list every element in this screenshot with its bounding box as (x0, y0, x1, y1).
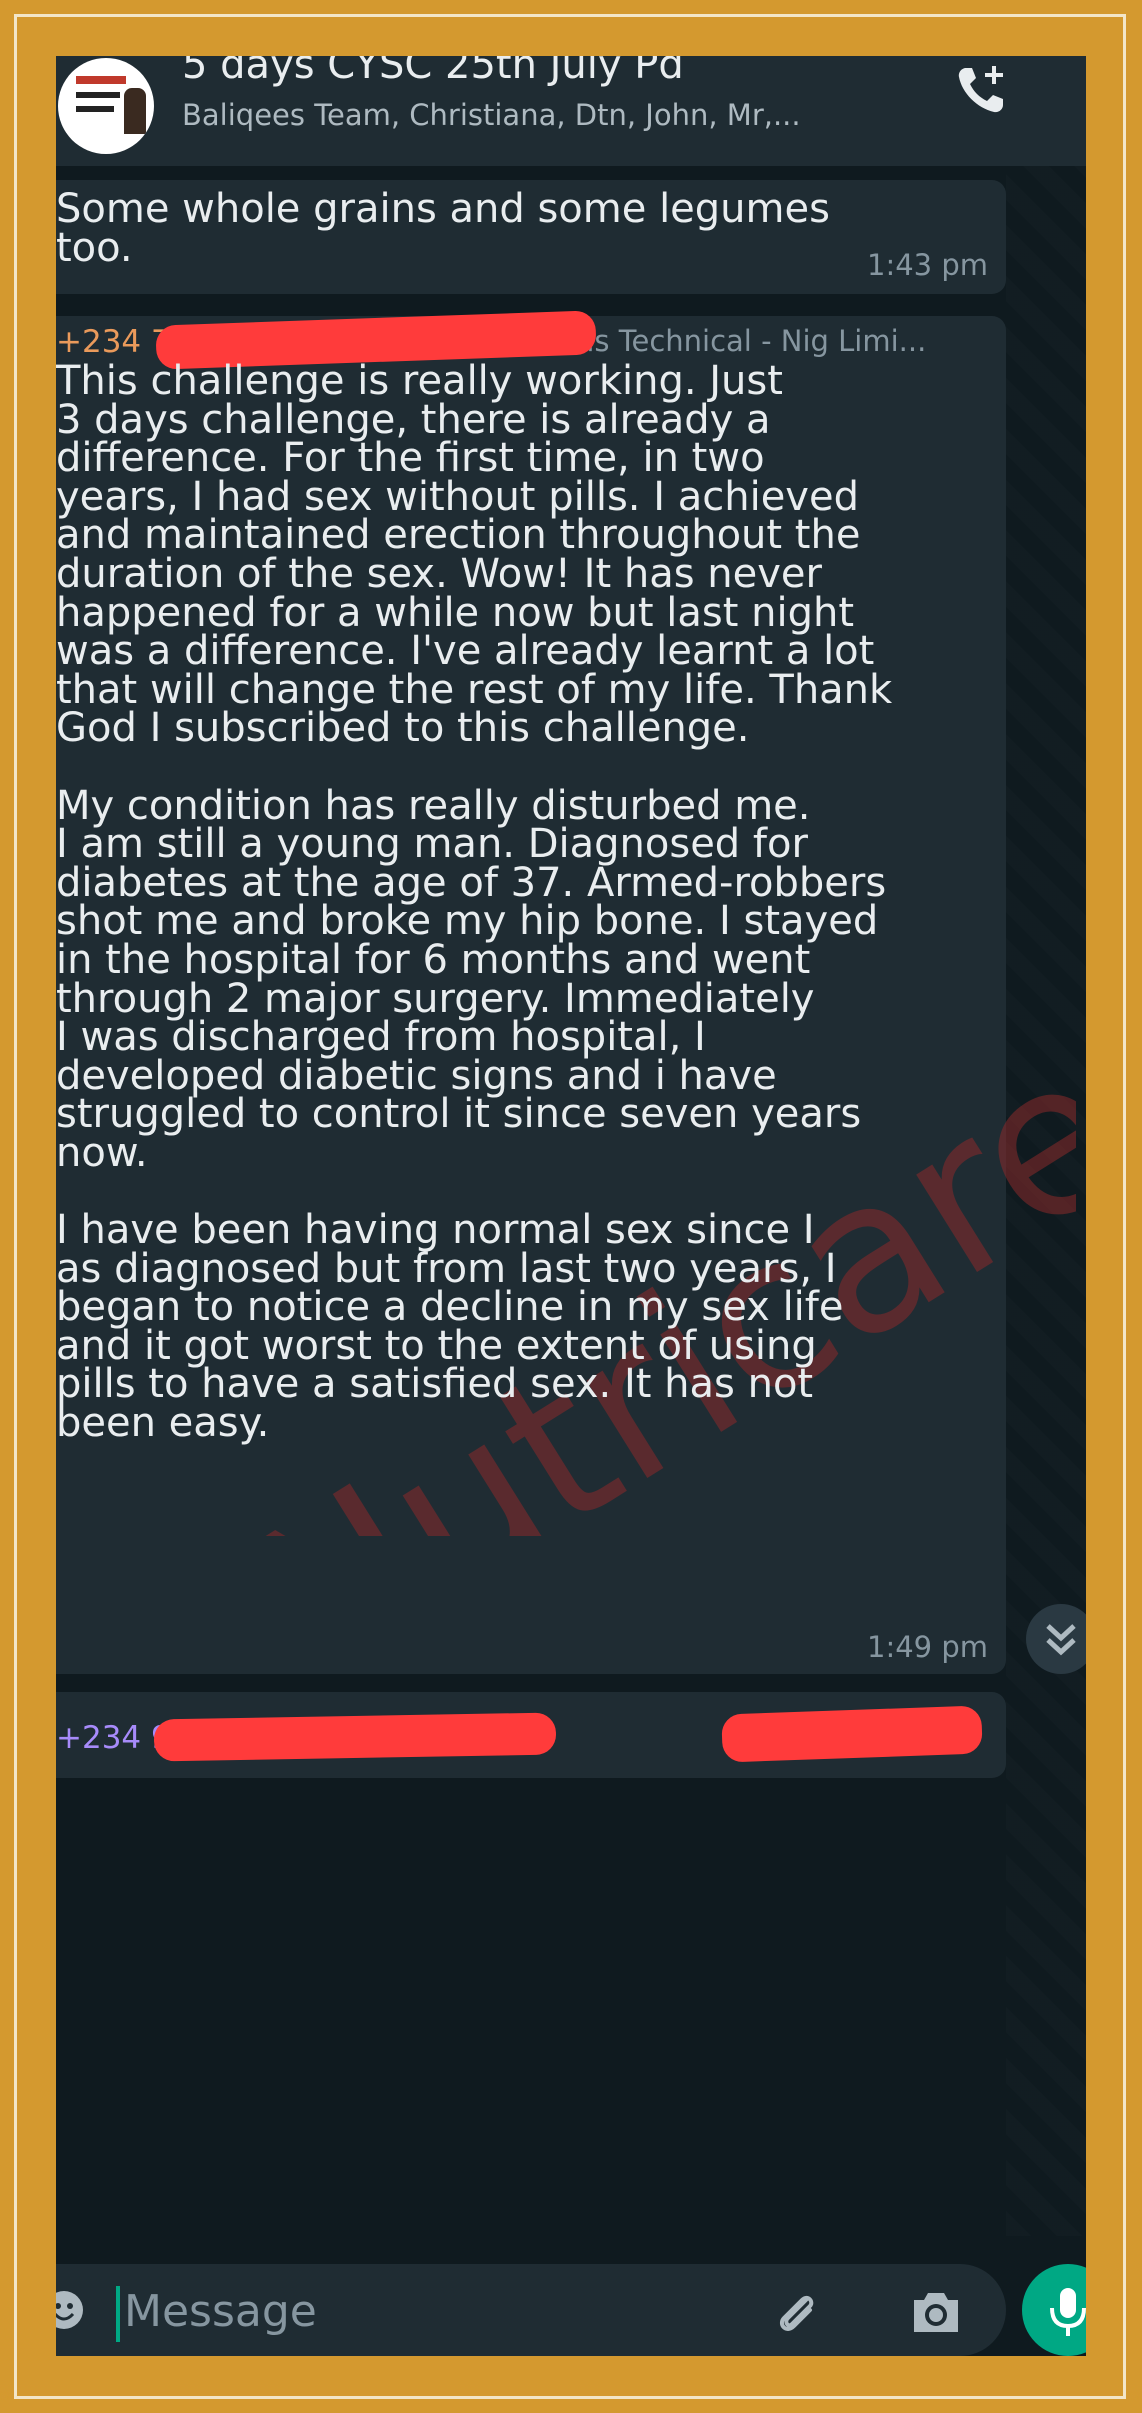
attach-icon[interactable] (772, 2286, 824, 2338)
scroll-down-button[interactable] (1026, 1604, 1086, 1674)
message-bubble[interactable]: +234 9 (56, 1692, 1006, 1778)
chat-screen: 5 days CYSC 25th July Pd Baliqees Team, … (56, 56, 1086, 2356)
emoji-icon[interactable] (56, 2288, 86, 2332)
message-time: 1:49 pm (867, 1630, 988, 1664)
message-composer (56, 2264, 1006, 2356)
message-text: Some whole grains and some legumes too. (56, 186, 830, 271)
chat-header[interactable]: 5 days CYSC 25th July Pd Baliqees Team, … (56, 56, 1086, 166)
message-bubble[interactable]: Some whole grains and some legumes too. … (56, 180, 1006, 294)
scroll-down-icon (1046, 1624, 1076, 1656)
mic-icon (1050, 2288, 1086, 2336)
message-bubble[interactable]: +234 7 us Technical - Nig Limi... Nutric… (56, 310, 1076, 1674)
message-text: This challenge is really working. Just 3… (56, 358, 893, 1447)
redaction-mark (721, 1705, 983, 1763)
text-cursor (116, 2286, 120, 2342)
sender-phone[interactable]: +234 7 (56, 324, 171, 360)
message-input[interactable] (124, 2282, 744, 2340)
add-call-icon[interactable] (952, 60, 1012, 120)
sender-pushname: us Technical - Nig Limi... (576, 324, 927, 358)
chat-wallpaper (1006, 166, 1086, 2236)
group-title[interactable]: 5 days CYSC 25th July Pd (182, 56, 684, 88)
camera-icon[interactable] (908, 2286, 964, 2338)
group-avatar[interactable] (58, 58, 154, 154)
group-members[interactable]: Baliqees Team, Christiana, Dtn, John, Mr… (182, 98, 801, 132)
message-time: 1:43 pm (867, 248, 988, 282)
redaction-mark (153, 1712, 557, 1762)
mic-button[interactable] (1022, 2264, 1086, 2356)
